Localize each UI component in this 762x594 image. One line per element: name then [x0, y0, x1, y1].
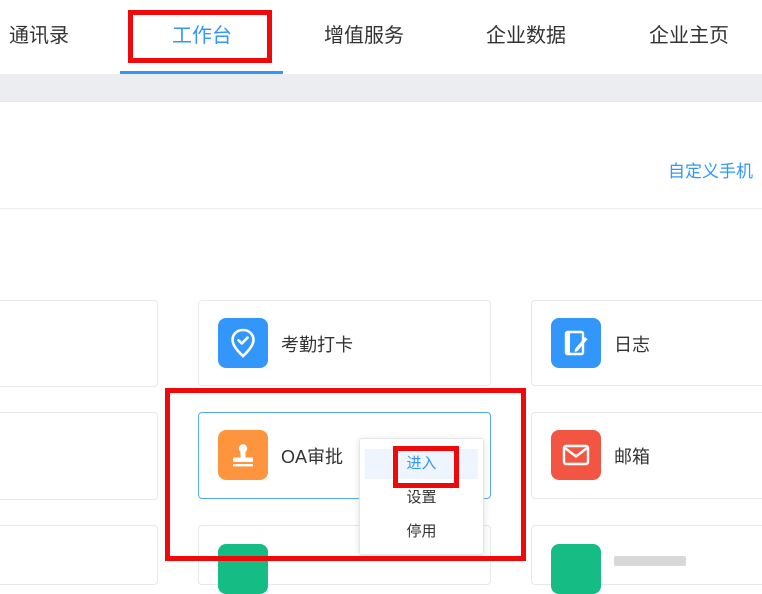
divider: [0, 208, 762, 209]
app-card-mail[interactable]: 邮箱: [531, 412, 762, 499]
customize-mobile-link[interactable]: 自定义手机: [668, 157, 753, 182]
tab-enterprise-homepage[interactable]: 企业主页: [649, 0, 729, 74]
annotation-box-workbench: [128, 10, 272, 63]
annotation-box-oa-approval: [165, 388, 526, 561]
app-card-partial[interactable]: [0, 300, 158, 387]
tab-contacts[interactable]: 通讯录: [9, 0, 69, 74]
app-label-journal: 日志: [614, 335, 650, 355]
app-card-attendance[interactable]: 考勤打卡: [198, 300, 491, 386]
app-label-attendance: 考勤打卡: [281, 335, 353, 355]
tab-enterprise-data[interactable]: 企业数据: [486, 0, 566, 74]
location-check-icon: [218, 318, 268, 368]
app-card-partial[interactable]: [0, 525, 158, 585]
app-label-mail: 邮箱: [614, 447, 650, 467]
annotation-box-enter: [393, 446, 459, 488]
green-app-icon: [551, 544, 601, 594]
mail-icon: [551, 430, 601, 480]
app-card-partial[interactable]: [0, 412, 158, 500]
tab-value-added-services[interactable]: 增值服务: [324, 0, 404, 74]
app-card-journal[interactable]: 日志: [531, 300, 762, 386]
toolbar-strip: [0, 74, 762, 102]
app-label-placeholder: [614, 556, 686, 566]
journal-pen-icon: [551, 318, 601, 368]
top-navigation: 通讯录 工作台 增值服务 企业数据 企业主页: [0, 0, 762, 74]
app-card-partial[interactable]: [531, 525, 762, 594]
